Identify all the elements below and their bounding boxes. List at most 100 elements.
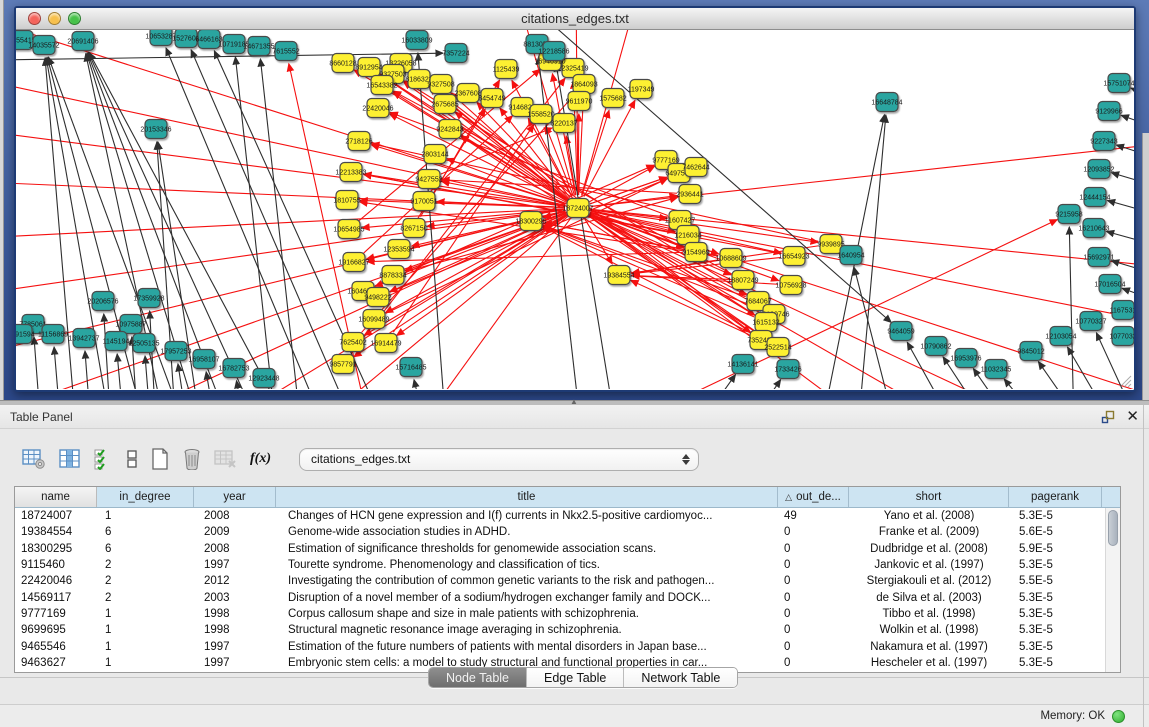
graph-node[interactable]: 12923448 xyxy=(248,369,279,388)
graph-node[interactable]: 1077032 xyxy=(1109,327,1134,346)
graph-node[interactable]: 20206576 xyxy=(87,292,118,311)
graph-node[interactable]: 9242843 xyxy=(436,120,463,139)
graph-node[interactable]: 10719185 xyxy=(218,35,249,54)
table-row[interactable]: 1872400712008Changes of HCN gene express… xyxy=(15,508,1105,524)
graph-node[interactable]: 1527602 xyxy=(172,30,199,48)
graph-node[interactable]: 15716485 xyxy=(395,358,426,377)
network-window[interactable]: citations_edges.txt 18724007 866012889129… xyxy=(14,6,1136,392)
graph-node[interactable]: 17957253 xyxy=(160,342,191,361)
graph-node[interactable]: 12353594 xyxy=(383,240,414,259)
float-panel-button[interactable] xyxy=(1101,409,1116,424)
graph-node[interactable]: 12218586 xyxy=(538,42,569,61)
select-columns-button[interactable] xyxy=(94,448,114,470)
table-row[interactable]: 1456911722003Disruption of a novel membe… xyxy=(15,589,1105,605)
graph-node[interactable]: 20691406 xyxy=(67,32,98,51)
graph-node[interactable]: 2367608 xyxy=(454,84,481,103)
function-builder-button[interactable]: f(x) xyxy=(250,451,271,467)
graph-node[interactable]: 9327508 xyxy=(427,75,454,94)
row-height-button[interactable] xyxy=(126,448,138,470)
tab-network-table[interactable]: Network Table xyxy=(623,668,737,687)
network-window-titlebar[interactable]: citations_edges.txt xyxy=(16,8,1134,30)
column-header-short[interactable]: short xyxy=(849,487,1009,507)
graph-node[interactable]: 10790862 xyxy=(920,337,951,356)
graph-node[interactable]: 8912954 xyxy=(355,58,382,77)
graph-node[interactable]: 18300295 xyxy=(515,212,546,231)
graph-node[interactable]: 15692971 xyxy=(1083,248,1114,267)
graph-node[interactable]: 1125439 xyxy=(493,60,520,79)
graph-node[interactable]: 7357224 xyxy=(442,44,469,63)
graph-node[interactable]: 1640954 xyxy=(837,246,864,265)
graph-node[interactable]: 9129966 xyxy=(1095,102,1122,121)
graph-node[interactable]: 1615132 xyxy=(752,313,779,332)
graph-node[interactable]: 2718126 xyxy=(345,132,372,151)
graph-node[interactable]: 9498222 xyxy=(364,288,391,307)
table-row[interactable]: 2242004622012Investigating the contribut… xyxy=(15,573,1105,589)
graph-node[interactable]: 9845012 xyxy=(1017,342,1044,361)
graph-node[interactable]: 13942737 xyxy=(68,329,99,348)
graph-node[interactable]: 2522514 xyxy=(764,338,791,357)
graph-node[interactable]: 20153346 xyxy=(140,120,171,139)
table-scrollbar[interactable] xyxy=(1105,508,1120,672)
delete-column-button[interactable] xyxy=(182,448,202,470)
graph-node[interactable]: 8878334 xyxy=(379,266,406,285)
graph-node[interactable]: 14671355 xyxy=(243,37,274,56)
graph-node[interactable]: 1733426 xyxy=(774,360,801,379)
graph-node[interactable]: 10653287 xyxy=(145,30,176,46)
graph-node[interactable]: 1167531 xyxy=(1110,301,1134,320)
graph-node[interactable]: 16953976 xyxy=(950,349,981,368)
graph-node[interactable]: 12444154 xyxy=(1079,188,1110,207)
graph-node[interactable]: 1197349 xyxy=(628,80,655,99)
graph-node[interactable]: 11032345 xyxy=(981,360,1012,379)
graph-node[interactable]: 7625402 xyxy=(339,333,366,352)
show-columns-button[interactable] xyxy=(58,448,82,470)
graph-node[interactable]: 12213383 xyxy=(335,163,366,182)
graph-node[interactable]: 10975887 xyxy=(115,315,146,334)
graph-node[interactable]: 17016504 xyxy=(1094,275,1125,294)
graph-node[interactable]: 2675685 xyxy=(431,95,458,114)
graph-node[interactable]: 6466163 xyxy=(195,30,222,49)
column-header-in_degree[interactable]: in_degree xyxy=(97,487,194,507)
graph-node[interactable]: 10770327 xyxy=(1075,312,1106,331)
table-row[interactable]: 969969511998Structural magnetic resonanc… xyxy=(15,622,1105,638)
network-canvas[interactable]: 1872400786601288912954132260589327503818… xyxy=(16,30,1134,389)
graph-node[interactable]: 10654985 xyxy=(333,220,364,239)
graph-node[interactable]: 1145194 xyxy=(103,332,130,351)
table-scrollbar-thumb[interactable] xyxy=(1108,510,1118,546)
tab-node-table[interactable]: Node Table xyxy=(429,668,526,687)
graph-node[interactable]: 19384554 xyxy=(603,266,634,285)
graph-node[interactable]: 8660128 xyxy=(329,54,356,73)
table-selector-dropdown[interactable]: citations_edges.txt xyxy=(299,448,699,471)
graph-node[interactable]: 16543382 xyxy=(366,76,397,95)
graph-node[interactable]: 22420046 xyxy=(362,99,393,118)
graph-node[interactable]: 18807249 xyxy=(727,271,758,290)
graph-node[interactable]: 9215958 xyxy=(1055,205,1082,224)
graph-node[interactable]: 9227343 xyxy=(1090,132,1117,151)
graph-node[interactable]: 19166827 xyxy=(338,253,369,272)
table-row[interactable]: 1830029562008Estimation of significance … xyxy=(15,541,1105,557)
graph-node[interactable]: 18724007 xyxy=(562,199,593,218)
graph-node[interactable]: 2803144 xyxy=(421,145,448,164)
graph-node[interactable]: 1575682 xyxy=(599,89,626,108)
graph-node[interactable]: 8186328 xyxy=(405,70,432,89)
graph-node[interactable]: 9391594 xyxy=(16,325,35,344)
graph-node[interactable]: 12093852 xyxy=(1083,160,1114,179)
graph-node[interactable]: 12103054 xyxy=(1045,327,1076,346)
graph-node[interactable]: 1864093 xyxy=(570,75,597,94)
table-settings-button[interactable] xyxy=(22,448,46,470)
graph-node[interactable]: 11156869 xyxy=(38,325,68,344)
new-column-button[interactable] xyxy=(150,448,170,470)
graph-node[interactable]: 16782753 xyxy=(218,359,249,378)
table-row[interactable]: 1938455462009Genome-wide association stu… xyxy=(15,524,1105,540)
graph-node[interactable]: 14035572 xyxy=(28,36,59,55)
graph-node[interactable]: 16099489 xyxy=(358,310,389,329)
graph-node[interactable]: 16033809 xyxy=(401,31,432,50)
graph-node[interactable]: 16210643 xyxy=(1078,219,1109,238)
graph-node[interactable]: 9464059 xyxy=(887,322,914,341)
graph-node[interactable]: 10688609 xyxy=(715,249,746,268)
column-header-year[interactable]: year xyxy=(194,487,276,507)
column-header-out_degree[interactable]: △out_de... xyxy=(778,487,849,507)
graph-node[interactable]: 8267150 xyxy=(400,219,427,238)
graph-node[interactable]: 10756928 xyxy=(775,276,806,295)
graph-node[interactable]: 7615552 xyxy=(272,42,299,61)
graph-node[interactable]: 9170051 xyxy=(410,192,437,211)
